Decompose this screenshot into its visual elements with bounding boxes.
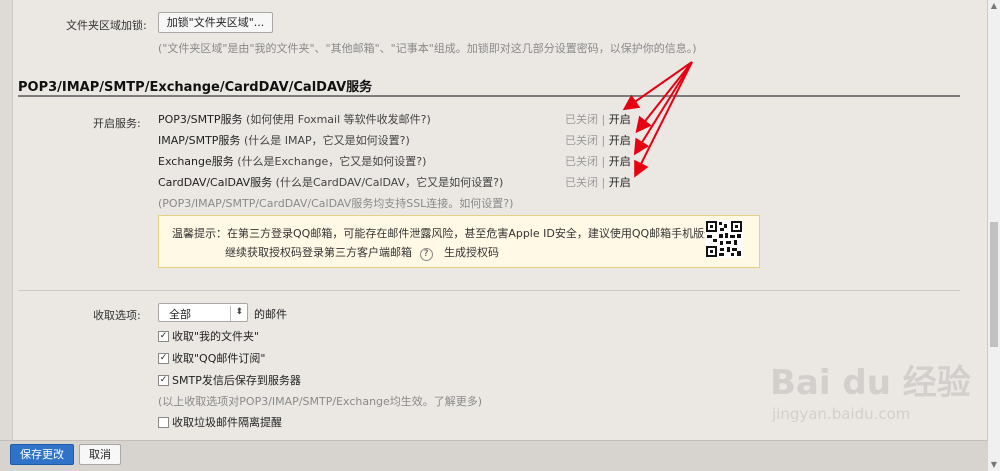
ssl-hint: (POP3/IMAP/SMTP/CardDAV/CalDAV服务均支持SSL连接… — [158, 197, 514, 210]
cancel-button[interactable]: 取消 — [79, 444, 121, 465]
service-help-link[interactable]: (什么是CardDAV/CalDAV，它又是如何设置?) — [276, 176, 504, 189]
service-row-pop3: POP3/SMTP服务 (如何使用 Foxmail 等软件收发邮件?) — [158, 111, 431, 127]
notice-line-2: 继续获取授权码登录第三方客户端邮箱 ? 生成授权码 — [225, 244, 499, 261]
footer-bar — [0, 440, 1000, 471]
checkbox-spam-reminder[interactable] — [158, 417, 169, 428]
checkbox-label: 收取"QQ邮件订阅" — [172, 352, 266, 365]
select-value: 全部 — [169, 308, 191, 321]
watermark-url: jingyan.baidu.com — [772, 405, 911, 423]
help-icon[interactable]: ? — [419, 248, 433, 261]
checkbox-my-folders[interactable]: ✓ — [158, 331, 169, 342]
status-closed: 已关闭 — [565, 113, 598, 126]
scroll-down-icon[interactable]: ▼ — [988, 459, 1000, 471]
receive-label: 收取选项: — [93, 309, 141, 322]
arrow-to-pop3 — [622, 61, 693, 111]
arrow-to-exchange — [633, 61, 693, 156]
service-help-link[interactable]: (如何使用 Foxmail 等软件收发邮件?) — [246, 113, 431, 126]
service-name: POP3/SMTP服务 — [158, 113, 243, 126]
watermark-brand: Bai du 经验 — [770, 363, 971, 403]
folder-lock-button[interactable]: 加锁"文件夹区域"... — [158, 12, 273, 33]
receive-hint: (以上收取选项对POP3/IMAP/SMTP/Exchange均生效。了解更多) — [158, 395, 483, 408]
chevron-updown-icon: ⬍ — [230, 306, 243, 321]
select-suffix: 的邮件 — [254, 308, 287, 321]
generate-code-link[interactable]: 生成授权码 — [444, 246, 499, 259]
checkbox-label: 收取垃圾邮件隔离提醒 — [172, 416, 282, 429]
qr-code-icon — [705, 220, 743, 258]
checkbox-smtp-save[interactable]: ✓ — [158, 375, 169, 386]
checkbox-qq-subscription[interactable]: ✓ — [158, 353, 169, 364]
service-name: CardDAV/CalDAV服务 — [158, 176, 273, 189]
service-row-carddav: CardDAV/CalDAV服务 (什么是CardDAV/CalDAV，它又是如… — [158, 174, 503, 190]
service-help-link[interactable]: (什么是 IMAP，它又是如何设置?) — [244, 134, 410, 147]
status-closed: 已关闭 — [565, 176, 598, 189]
section-divider — [18, 95, 960, 97]
annotation-arrows — [622, 61, 693, 178]
folder-lock-label: 文件夹区域加锁: — [66, 19, 147, 32]
service-row-exchange: Exchange服务 (什么是Exchange，它又是如何设置?) — [158, 153, 426, 169]
service-help-link[interactable]: (什么是Exchange，它又是如何设置?) — [237, 155, 426, 168]
scrollbar-thumb[interactable] — [990, 222, 998, 347]
status-closed: 已关闭 — [565, 134, 598, 147]
baidu-watermark: Bai du 经验 jingyan.baidu.com — [770, 365, 971, 423]
status-closed: 已关闭 — [565, 155, 598, 168]
services-label: 开启服务: — [93, 117, 141, 130]
service-row-imap: IMAP/SMTP服务 (什么是 IMAP，它又是如何设置?) — [158, 132, 410, 148]
notice-text: 继续获取授权码登录第三方客户端邮箱 — [225, 246, 412, 259]
service-name: Exchange服务 — [158, 155, 234, 168]
notice-line-1: 温馨提示：在第三方登录QQ邮箱，可能存在邮件泄露风险，甚至危害Apple ID安… — [172, 227, 738, 240]
receive-scope-select[interactable]: 全部 ⬍ — [158, 303, 248, 322]
scroll-up-icon[interactable]: ▲ — [988, 0, 1000, 12]
arrow-to-imap — [635, 61, 693, 134]
arrow-to-carddav — [634, 61, 693, 178]
checkbox-label: 收取"我的文件夹" — [172, 330, 260, 343]
checkbox-label: SMTP发信后保存到服务器 — [172, 374, 301, 387]
section-divider-2 — [18, 290, 960, 291]
service-name: IMAP/SMTP服务 — [158, 134, 241, 147]
save-button[interactable]: 保存更改 — [10, 444, 74, 465]
section-title: POP3/IMAP/SMTP/Exchange/CardDAV/CalDAV服务 — [18, 80, 373, 95]
